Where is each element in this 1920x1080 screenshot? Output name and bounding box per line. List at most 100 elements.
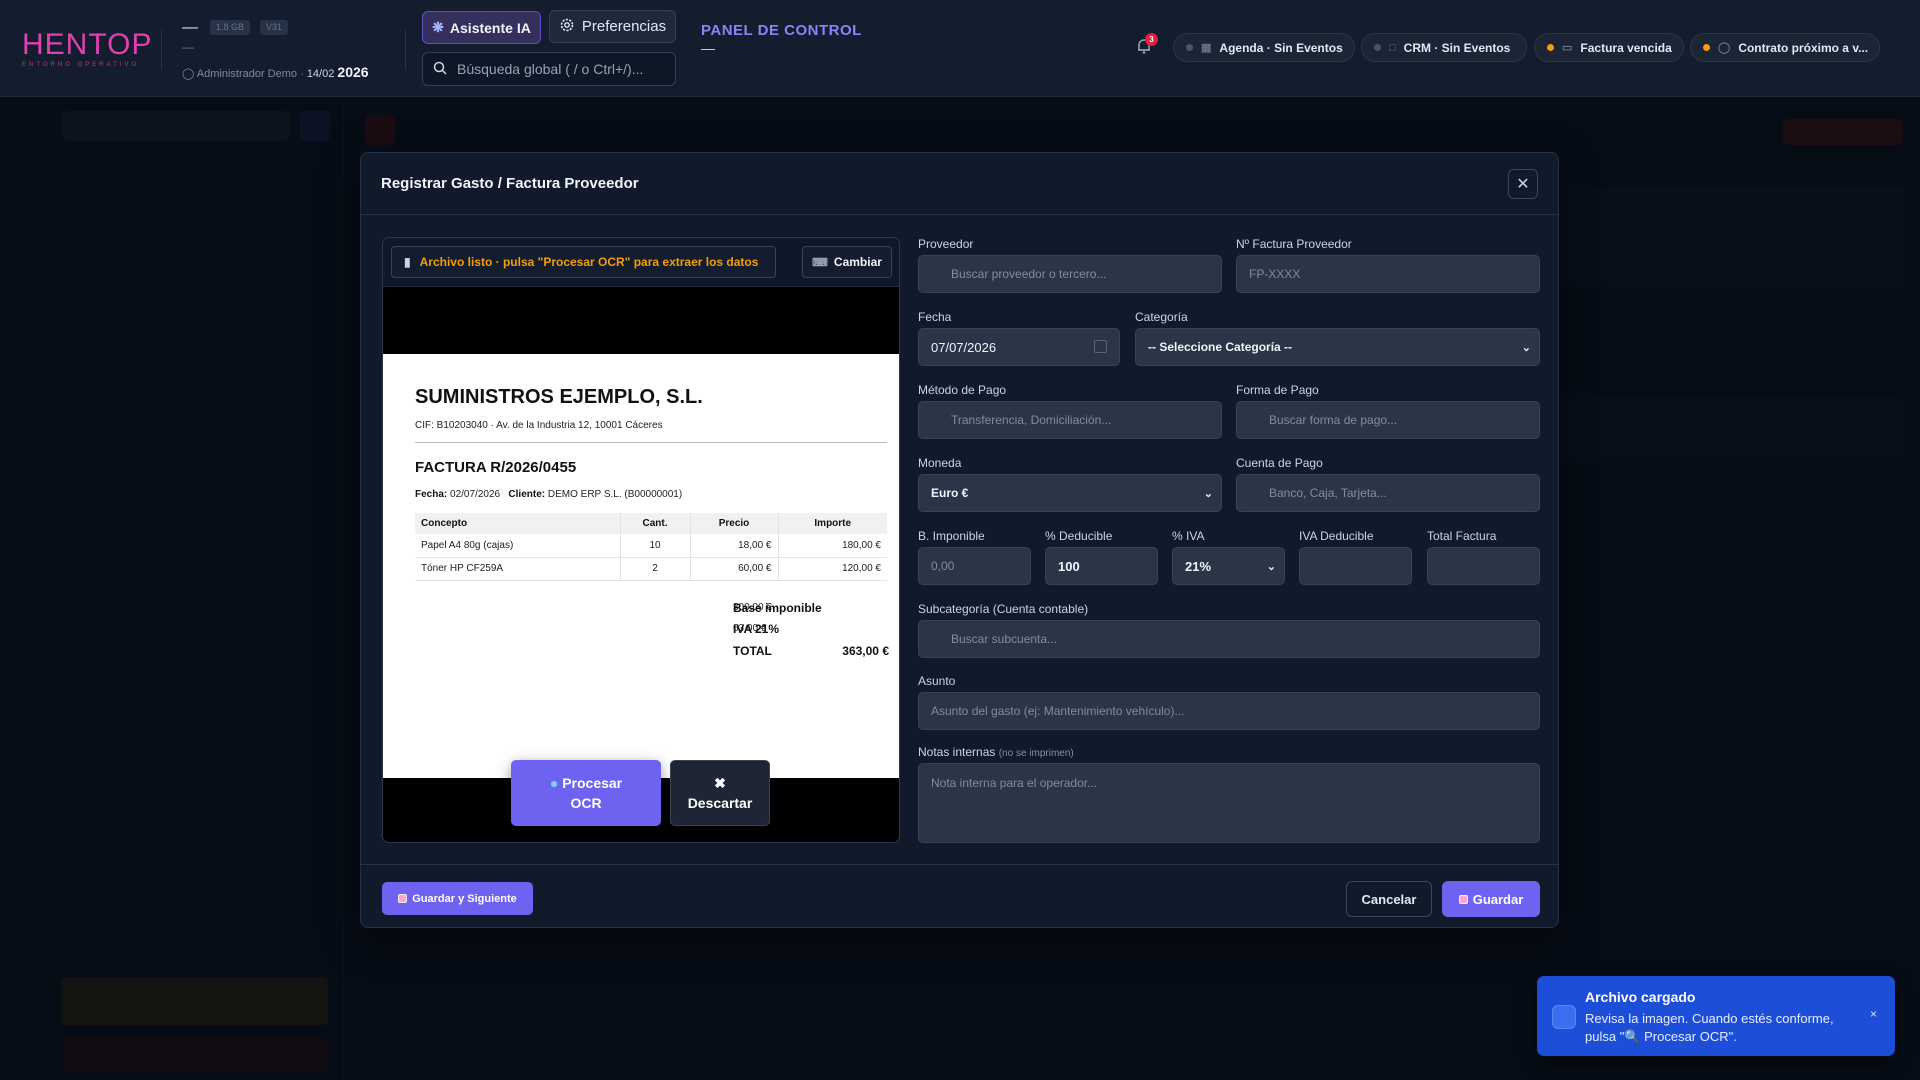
version-badge: V31	[260, 20, 289, 35]
invoice-overdue-pill[interactable]: ▭ Factura vencida	[1534, 33, 1684, 62]
categoria-label: Categoría	[1135, 310, 1188, 324]
table-row: Papel A4 80g (cajas) 10 18,00 € 180,00 €	[415, 534, 887, 558]
crm-status-pill[interactable]: □ CRM · Sin Eventos	[1361, 33, 1527, 62]
iva-value: 21%	[1185, 558, 1212, 574]
save-button[interactable]: Guardar	[1442, 881, 1540, 917]
preferences-button[interactable]: Preferencias	[549, 10, 676, 43]
close-icon[interactable]: ×	[1870, 1007, 1877, 1021]
invoice-date-client: Fecha: 02/07/2026 Cliente: DEMO ERP S.L.…	[415, 489, 682, 500]
global-search-input[interactable]: Búsqueda global ( / o Ctrl+/)...	[422, 52, 676, 86]
base-total-row: Base imponible 300,00 €	[733, 597, 889, 618]
proveedor-label: Proveedor	[918, 237, 974, 251]
deducible-input[interactable]: 100	[1045, 547, 1158, 585]
forma-label: Forma de Pago	[1236, 383, 1319, 397]
table-cell: 120,00 €	[777, 557, 887, 581]
process-ocr-button[interactable]: ● Procesar OCR	[511, 760, 661, 826]
grand-total-row: TOTAL 363,00 €	[733, 639, 889, 663]
search-icon	[433, 61, 447, 78]
user-info: ◯ Administrador Demo · 14/02 2026	[182, 64, 369, 80]
metodo-input[interactable]: Transferencia, Domiciliación...	[918, 401, 1222, 439]
base-imponible-input[interactable]: 0,00	[918, 547, 1031, 585]
column-header: Precio	[689, 513, 778, 534]
total-factura-input[interactable]	[1427, 547, 1540, 585]
save-icon	[1458, 894, 1468, 904]
fecha-label: Fecha	[918, 310, 952, 324]
preferences-label: Preferencias	[581, 18, 667, 35]
base-imponible-label: B. Imponible	[918, 529, 985, 543]
deducible-value: 100	[1058, 558, 1080, 574]
workspace-subtitle: —	[182, 40, 194, 54]
workspace-name: —	[182, 19, 198, 36]
iva-label: % IVA	[1172, 529, 1205, 543]
save-and-next-button[interactable]: Guardar y Siguiente	[382, 882, 533, 915]
close-icon: ✕	[1516, 176, 1530, 193]
magnifier-icon: ●	[549, 775, 559, 791]
invoice-company: SUMINISTROS EJEMPLO, S.L.	[415, 386, 703, 408]
asunto-label: Asunto	[918, 674, 956, 688]
storage-badge: 1.8 GB	[210, 20, 251, 35]
table-cell: 2	[619, 557, 690, 581]
nfactura-input[interactable]: FP-XXXX	[1236, 255, 1540, 293]
forma-input[interactable]: Buscar forma de pago...	[1236, 401, 1540, 439]
ocr-label-line1: Procesar	[562, 775, 623, 791]
total-value: 363,00 €	[842, 644, 889, 658]
document-preview: ▮ Archivo listo · pulsa "Procesar OCR" p…	[382, 237, 900, 843]
table-cell: 180,00 €	[777, 534, 887, 558]
cuenta-input[interactable]: Banco, Caja, Tarjeta...	[1236, 474, 1540, 512]
proveedor-placeholder: Buscar proveedor o tercero...	[951, 267, 1107, 281]
document-icon: ▭	[1562, 42, 1573, 54]
ai-assistant-button[interactable]: ❋ Asistente IA	[422, 11, 541, 44]
contract-expiry-pill[interactable]: ◯ Contrato próximo a v...	[1690, 33, 1880, 62]
chevron-down-icon: ⌄	[1521, 342, 1531, 354]
notas-placeholder: Nota interna para el operador...	[931, 776, 1098, 790]
gear-icon	[559, 17, 575, 37]
cancel-button[interactable]: Cancelar	[1346, 881, 1432, 917]
app-logo[interactable]: HENTOP ENTORNO OPERATIVO	[22, 30, 151, 69]
status-dot	[1547, 44, 1554, 51]
moneda-select[interactable]: Euro € ⌄	[918, 474, 1222, 512]
agenda-status-pill[interactable]: ▦ Agenda · Sin Eventos	[1173, 33, 1355, 62]
modal-title: Registrar Gasto / Factura Proveedor	[381, 175, 639, 192]
notas-textarea[interactable]: Nota interna para el operador...	[918, 763, 1540, 843]
user-name: Administrador Demo	[196, 68, 298, 80]
iva-label: IVA 21%	[733, 621, 780, 636]
discard-label: Descartar	[687, 795, 753, 811]
register-expense-modal: Registrar Gasto / Factura Proveedor ✕ ▮ …	[360, 152, 1559, 928]
sparkle-icon: ❋	[432, 19, 444, 35]
change-file-button[interactable]: ⌨ Cambiar	[802, 246, 892, 278]
calendar-icon[interactable]	[1094, 340, 1107, 353]
asunto-input[interactable]: Asunto del gasto (ej: Mantenimiento vehí…	[918, 692, 1540, 730]
calendar-icon: ▦	[1201, 42, 1212, 54]
toast-notification: Archivo cargado Revisa la imagen. Cuando…	[1537, 976, 1895, 1056]
table-cell: Tóner HP CF259A	[415, 557, 620, 581]
notas-hint: (no se imprimen)	[998, 748, 1074, 759]
categoria-select[interactable]: -- Seleccione Categoría -- ⌄	[1135, 328, 1540, 366]
iva-total-row: IVA 21% 63,00 €	[733, 618, 889, 639]
subcategoria-input[interactable]: Buscar subcuenta...	[918, 620, 1540, 658]
invoice-date: 02/07/2026	[450, 489, 501, 500]
discard-button[interactable]: ✖ Descartar	[670, 760, 770, 826]
fecha-input[interactable]: 07/07/2026	[918, 328, 1120, 366]
ai-assistant-label: Asistente IA	[449, 19, 531, 36]
change-file-label: Cambiar	[833, 255, 882, 269]
ocr-label-line2: OCR	[570, 795, 602, 811]
column-header: Cant.	[619, 513, 690, 534]
close-button[interactable]: ✕	[1508, 169, 1538, 199]
moneda-value: Euro €	[931, 486, 969, 500]
clock-icon: ◯	[1718, 42, 1731, 54]
preview-toolbar: ▮ Archivo listo · pulsa "Procesar OCR" p…	[383, 238, 899, 287]
header-divider	[161, 30, 162, 70]
current-year: 2026	[337, 64, 369, 80]
iva-select[interactable]: 21% ⌄	[1172, 547, 1285, 585]
invoice-divider	[415, 442, 887, 443]
nfactura-placeholder: FP-XXXX	[1249, 267, 1301, 281]
notas-label: Notas internas (no se imprimen)	[918, 745, 1074, 759]
fecha-value: 07/07/2026	[931, 339, 997, 355]
proveedor-input[interactable]: Buscar proveedor o tercero...	[918, 255, 1222, 293]
top-bar: HENTOP ENTORNO OPERATIVO — 1.8 GB V31 — …	[0, 0, 1920, 97]
base-label: Base imponible	[733, 600, 822, 615]
table-cell: Papel A4 80g (cajas)	[415, 534, 620, 558]
iva-deducible-input[interactable]	[1299, 547, 1412, 585]
user-icon: ◯	[182, 68, 195, 80]
modal-header: Registrar Gasto / Factura Proveedor ✕	[361, 153, 1558, 215]
